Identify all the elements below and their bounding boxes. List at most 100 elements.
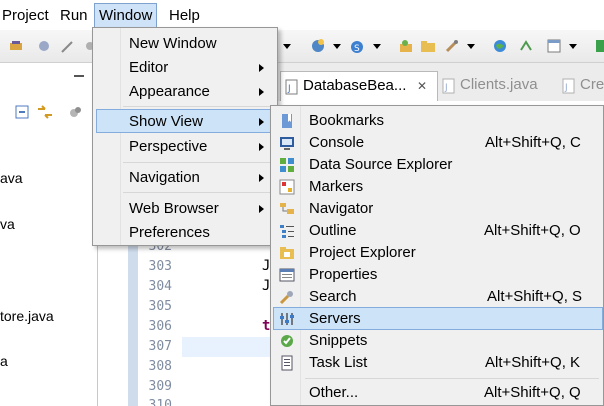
open-type-icon[interactable] (398, 38, 414, 54)
show-view-menu: Bookmarks Console Alt+Shift+Q, C Data So… (270, 105, 604, 406)
menu-item-properties[interactable]: Properties (309, 264, 377, 286)
new-server-icon[interactable] (310, 38, 326, 54)
console-icon (280, 137, 294, 150)
svg-text:S: S (354, 44, 360, 54)
line-number: 304 (148, 279, 172, 294)
menu-item-web-browser[interactable]: Web Browser (129, 197, 219, 220)
chevron-down-icon[interactable] (372, 38, 382, 54)
globe-icon[interactable] (492, 38, 508, 54)
debug-icon[interactable] (8, 38, 24, 54)
menu-separator (123, 106, 273, 107)
collapse-all-icon[interactable] (14, 104, 30, 120)
new-class-icon[interactable]: S (350, 38, 366, 54)
menu-item-servers[interactable]: Servers (309, 308, 361, 330)
next-annotation-icon[interactable] (518, 38, 534, 54)
menu-item-outline[interactable]: Outline (309, 220, 357, 242)
menu-item-task-list[interactable]: Task List (309, 352, 367, 374)
tree-item[interactable]: tore.java (0, 308, 54, 324)
menu-item-navigator[interactable]: Navigator (309, 198, 373, 220)
menu-item-console[interactable]: Console (309, 132, 364, 154)
java-file-icon: J (562, 78, 575, 94)
chevron-down-icon[interactable] (568, 38, 578, 54)
menu-item-perspective[interactable]: Perspective (129, 135, 207, 158)
line-number: 310 (148, 398, 172, 406)
properties-icon (279, 268, 295, 282)
menubar: Project Run Window Help (0, 0, 604, 30)
tree-item[interactable]: ava (0, 170, 23, 186)
submenu-arrow-icon (259, 174, 264, 182)
package-explorer-panel: ava va tore.java a (0, 63, 98, 406)
view-menu-icon[interactable] (68, 104, 84, 120)
menu-item-search[interactable]: Search (309, 286, 357, 308)
menu-icon-gutter (93, 28, 121, 245)
menu-item-bookmarks[interactable]: Bookmarks (309, 110, 384, 132)
menu-separator (123, 162, 273, 163)
toolbar: S (0, 30, 604, 63)
tree-item[interactable]: va (0, 216, 15, 232)
menu-item-appearance[interactable]: Appearance (129, 80, 210, 103)
menu-separator (123, 192, 273, 193)
shortcut-search: Alt+Shift+Q, S (487, 288, 583, 305)
menu-window[interactable]: Window (94, 3, 158, 29)
tab-clients[interactable]: J Clients.java (440, 71, 546, 101)
svg-text:J: J (564, 83, 568, 93)
line-number: 305 (148, 299, 172, 314)
menu-project[interactable]: Project (0, 4, 53, 28)
chevron-down-icon[interactable] (332, 38, 342, 54)
chevron-down-icon[interactable] (282, 38, 292, 54)
brush-icon[interactable] (444, 38, 460, 54)
menu-item-other[interactable]: Other... (309, 382, 358, 404)
menu-item-preferences[interactable]: Preferences (129, 221, 210, 244)
bookmark-icon (282, 114, 292, 128)
layout-icon[interactable] (546, 38, 562, 54)
line-number: 308 (148, 359, 172, 374)
data-source-icon (280, 158, 294, 172)
shortcut-outline: Alt+Shift+Q, O (484, 222, 581, 239)
menu-help[interactable]: Help (165, 4, 204, 28)
menu-item-editor[interactable]: Editor (129, 56, 168, 79)
open-folder-icon[interactable] (420, 38, 436, 54)
menu-run[interactable]: Run (56, 4, 92, 28)
menu-item-project-explorer[interactable]: Project Explorer (309, 242, 416, 264)
submenu-arrow-icon (259, 88, 264, 96)
menu-item-new-window[interactable]: New Window (129, 32, 217, 55)
navigator-icon (280, 203, 294, 214)
shortcut-console: Alt+Shift+Q, C (485, 134, 581, 151)
markers-icon (279, 179, 295, 195)
snippets-icon (281, 335, 293, 347)
close-icon[interactable]: ✕ (417, 72, 427, 100)
outline-icon (280, 225, 294, 238)
chevron-down-icon[interactable] (466, 38, 476, 54)
svg-text:J: J (444, 83, 448, 93)
menu-item-data-source-explorer[interactable]: Data Source Explorer (309, 154, 452, 176)
wand-icon[interactable] (60, 38, 76, 54)
java-file-icon: J (442, 78, 455, 94)
line-number: 303 (148, 259, 172, 274)
shortcut-task-list: Alt+Shift+Q, K (485, 354, 581, 371)
submenu-arrow-icon (259, 64, 264, 72)
servers-icon (280, 313, 294, 325)
external-tools-icon[interactable] (36, 38, 52, 54)
tab-label: DatabaseBea... (303, 77, 407, 94)
perspective-icon[interactable] (594, 38, 604, 54)
tab-partial[interactable]: J Cre (560, 71, 604, 101)
svg-text:J: J (287, 84, 291, 94)
shortcut-other: Alt+Shift+Q, Q (484, 384, 581, 401)
menu-item-show-view[interactable]: Show View (129, 110, 203, 133)
tab-database-bean[interactable]: J DatabaseBea... ✕ (280, 71, 438, 101)
project-explorer-icon (280, 247, 294, 259)
line-number: 307 (148, 339, 172, 354)
submenu-arrow-icon (259, 205, 264, 213)
submenu-arrow-icon (259, 118, 264, 126)
task-list-icon (281, 355, 293, 371)
menu-item-navigation[interactable]: Navigation (129, 166, 200, 189)
minimize-icon[interactable] (74, 75, 84, 77)
line-number: 306 (148, 319, 172, 334)
link-with-editor-icon[interactable] (36, 104, 54, 120)
tree-item[interactable]: a (0, 353, 8, 369)
menu-item-markers[interactable]: Markers (309, 176, 363, 198)
line-number: 309 (148, 379, 172, 394)
tab-label: Cre (580, 76, 604, 93)
menu-item-snippets[interactable]: Snippets (309, 330, 367, 352)
menu-separator (305, 378, 599, 379)
